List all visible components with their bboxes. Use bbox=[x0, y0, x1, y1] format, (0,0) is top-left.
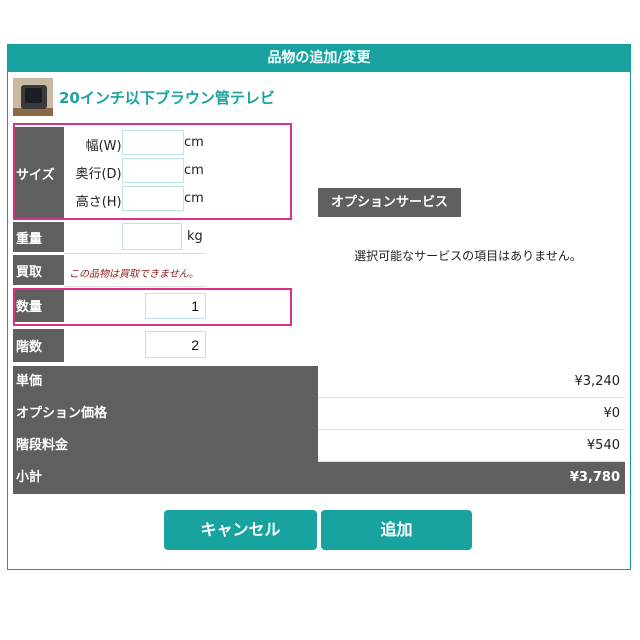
width-input[interactable] bbox=[122, 130, 184, 155]
floors-label: 階数 bbox=[13, 329, 64, 362]
width-label: 幅(W): bbox=[85, 139, 126, 154]
stair-fee-row: 階段料金 ¥540 bbox=[13, 430, 625, 462]
height-unit: cm bbox=[184, 191, 204, 206]
height-label: 高さ(H): bbox=[75, 195, 126, 210]
cancel-button[interactable]: キャンセル bbox=[164, 510, 317, 550]
dialog-title: 品物の追加/変更 bbox=[8, 45, 630, 72]
add-item-dialog: 品物の追加/変更 20インチ以下ブラウン管テレビ サイズ 幅(W): cm 奥行… bbox=[7, 44, 631, 570]
subtotal-row: 小計 ¥3,780 bbox=[13, 462, 625, 494]
depth-unit: cm bbox=[184, 163, 204, 178]
option-services-header: オプションサービス bbox=[318, 188, 461, 217]
quantity-input[interactable] bbox=[145, 293, 206, 319]
crt-tv-thumbnail-icon bbox=[13, 78, 53, 116]
subtotal-label: 小計 bbox=[13, 462, 318, 494]
unit-price-value: ¥3,240 bbox=[318, 366, 625, 398]
weight-unit: kg bbox=[187, 229, 203, 244]
stair-fee-value: ¥540 bbox=[318, 430, 625, 462]
purchase-label: 買取 bbox=[13, 255, 64, 285]
add-button[interactable]: 追加 bbox=[321, 510, 472, 550]
size-label: サイズ bbox=[13, 127, 64, 219]
subtotal-value: ¥3,780 bbox=[318, 462, 625, 494]
option-services-message: 選択可能なサービスの項目はありません。 bbox=[354, 249, 582, 263]
width-unit: cm bbox=[184, 135, 204, 150]
floors-input[interactable] bbox=[145, 331, 206, 358]
option-price-row: オプション価格 ¥0 bbox=[13, 398, 625, 430]
quantity-label: 数量 bbox=[13, 288, 64, 322]
height-input[interactable] bbox=[122, 186, 184, 211]
option-price-label: オプション価格 bbox=[13, 398, 318, 430]
product-header: 20インチ以下ブラウン管テレビ bbox=[13, 77, 275, 117]
stair-fee-label: 階段料金 bbox=[13, 430, 318, 462]
depth-label: 奥行(D): bbox=[75, 167, 126, 182]
weight-label: 重量 bbox=[13, 222, 64, 252]
depth-input[interactable] bbox=[122, 158, 184, 183]
product-name: 20インチ以下ブラウン管テレビ bbox=[59, 88, 275, 107]
unit-price-label: 単価 bbox=[13, 366, 318, 398]
weight-input[interactable] bbox=[122, 223, 182, 250]
divider bbox=[64, 253, 206, 254]
unit-price-row: 単価 ¥3,240 bbox=[13, 366, 625, 398]
divider bbox=[64, 325, 206, 326]
divider bbox=[64, 286, 206, 287]
option-price-value: ¥0 bbox=[318, 398, 625, 430]
purchase-note: この品物は買取できません。 bbox=[69, 269, 199, 280]
